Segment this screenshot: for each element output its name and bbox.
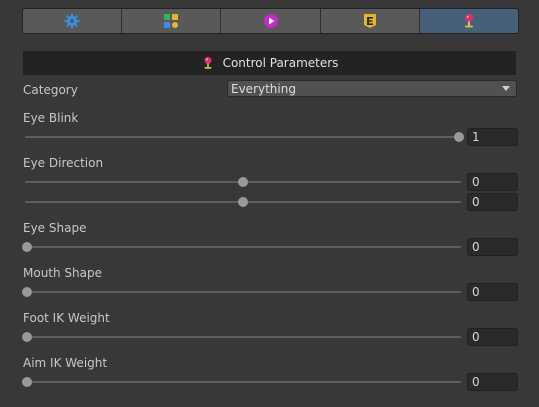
foot-ik-weight-slider[interactable] — [22, 330, 463, 344]
gear-icon — [64, 13, 80, 29]
section-header: Control Parameters — [23, 51, 516, 75]
mouth-shape-slider[interactable] — [22, 285, 463, 299]
slider-thumb[interactable] — [454, 132, 464, 142]
chevron-down-icon — [502, 86, 510, 91]
slider-track — [25, 246, 461, 248]
tab-control-parameters[interactable] — [419, 9, 518, 33]
blocks-icon — [164, 14, 179, 28]
section-title: Control Parameters — [222, 56, 339, 70]
category-label: Category — [23, 83, 78, 97]
slider-thumb[interactable] — [22, 377, 32, 387]
eye-direction-y-slider[interactable] — [23, 195, 463, 209]
joystick-icon — [464, 14, 473, 28]
slider-track — [25, 336, 461, 338]
category-dropdown[interactable]: Everything — [227, 80, 517, 97]
slider-track — [25, 381, 461, 383]
param-label-aim-ik-weight: Aim IK Weight — [23, 356, 108, 370]
category-selected-value: Everything — [231, 81, 296, 96]
tab-components[interactable] — [122, 9, 222, 33]
play-icon — [263, 14, 278, 28]
eye-shape-value-field[interactable]: 0 — [467, 238, 518, 256]
tab-playback[interactable] — [221, 9, 321, 33]
aim-ik-weight-slider[interactable] — [22, 375, 463, 389]
param-label-eye-shape: Eye Shape — [23, 221, 87, 235]
aim-ik-weight-value-field[interactable]: 0 — [467, 373, 518, 391]
e-badge-icon — [363, 14, 376, 28]
eye-direction-x-value-field[interactable]: 0 — [467, 173, 518, 191]
mouth-shape-value-field[interactable]: 0 — [467, 283, 518, 301]
tab-expressions[interactable] — [320, 9, 420, 33]
param-label-foot-ik-weight: Foot IK Weight — [23, 311, 110, 325]
slider-thumb[interactable] — [238, 177, 248, 187]
param-label-eye-blink: Eye Blink — [23, 111, 79, 125]
slider-thumb[interactable] — [22, 242, 32, 252]
tab-settings[interactable] — [23, 9, 123, 33]
param-label-mouth-shape: Mouth Shape — [23, 266, 103, 280]
slider-track — [25, 136, 461, 138]
tool-tab-bar — [22, 8, 519, 34]
eye-blink-slider[interactable] — [23, 130, 464, 144]
param-label-eye-direction: Eye Direction — [23, 156, 104, 170]
slider-thumb[interactable] — [22, 332, 32, 342]
slider-track — [25, 291, 461, 293]
eye-direction-y-value-field[interactable]: 0 — [467, 193, 518, 211]
eye-blink-value-field[interactable]: 1 — [467, 128, 518, 146]
foot-ik-weight-value-field[interactable]: 0 — [467, 328, 518, 346]
slider-thumb[interactable] — [238, 197, 248, 207]
eye-direction-x-slider[interactable] — [23, 175, 463, 189]
joystick-icon — [204, 56, 212, 69]
eye-shape-slider[interactable] — [22, 240, 463, 254]
slider-thumb[interactable] — [22, 287, 32, 297]
